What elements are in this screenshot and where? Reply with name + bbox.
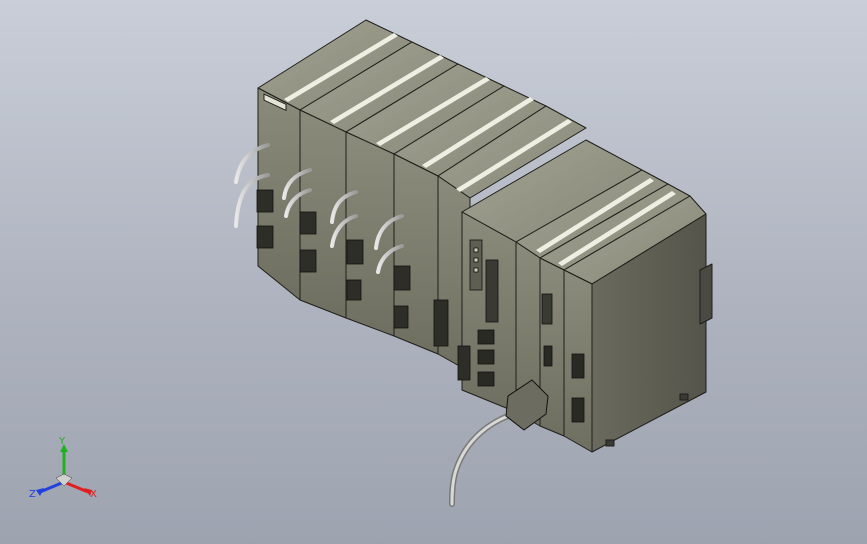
cad-viewport[interactable]: Y X Z (0, 0, 867, 544)
triad-x-label: X (90, 489, 97, 500)
triad-z-label: Z (29, 489, 36, 500)
triad-x-axis (63, 480, 89, 494)
triad-y-label: Y (58, 436, 66, 447)
module-3-front (345, 131, 395, 337)
end-foot-1 (605, 439, 615, 447)
orientation-triad[interactable]: Y X Z (29, 436, 97, 500)
triad-z-axis (39, 480, 65, 494)
plc-assembly[interactable] (257, 19, 713, 453)
end-foot-2 (679, 393, 689, 401)
din-clip (699, 263, 713, 325)
